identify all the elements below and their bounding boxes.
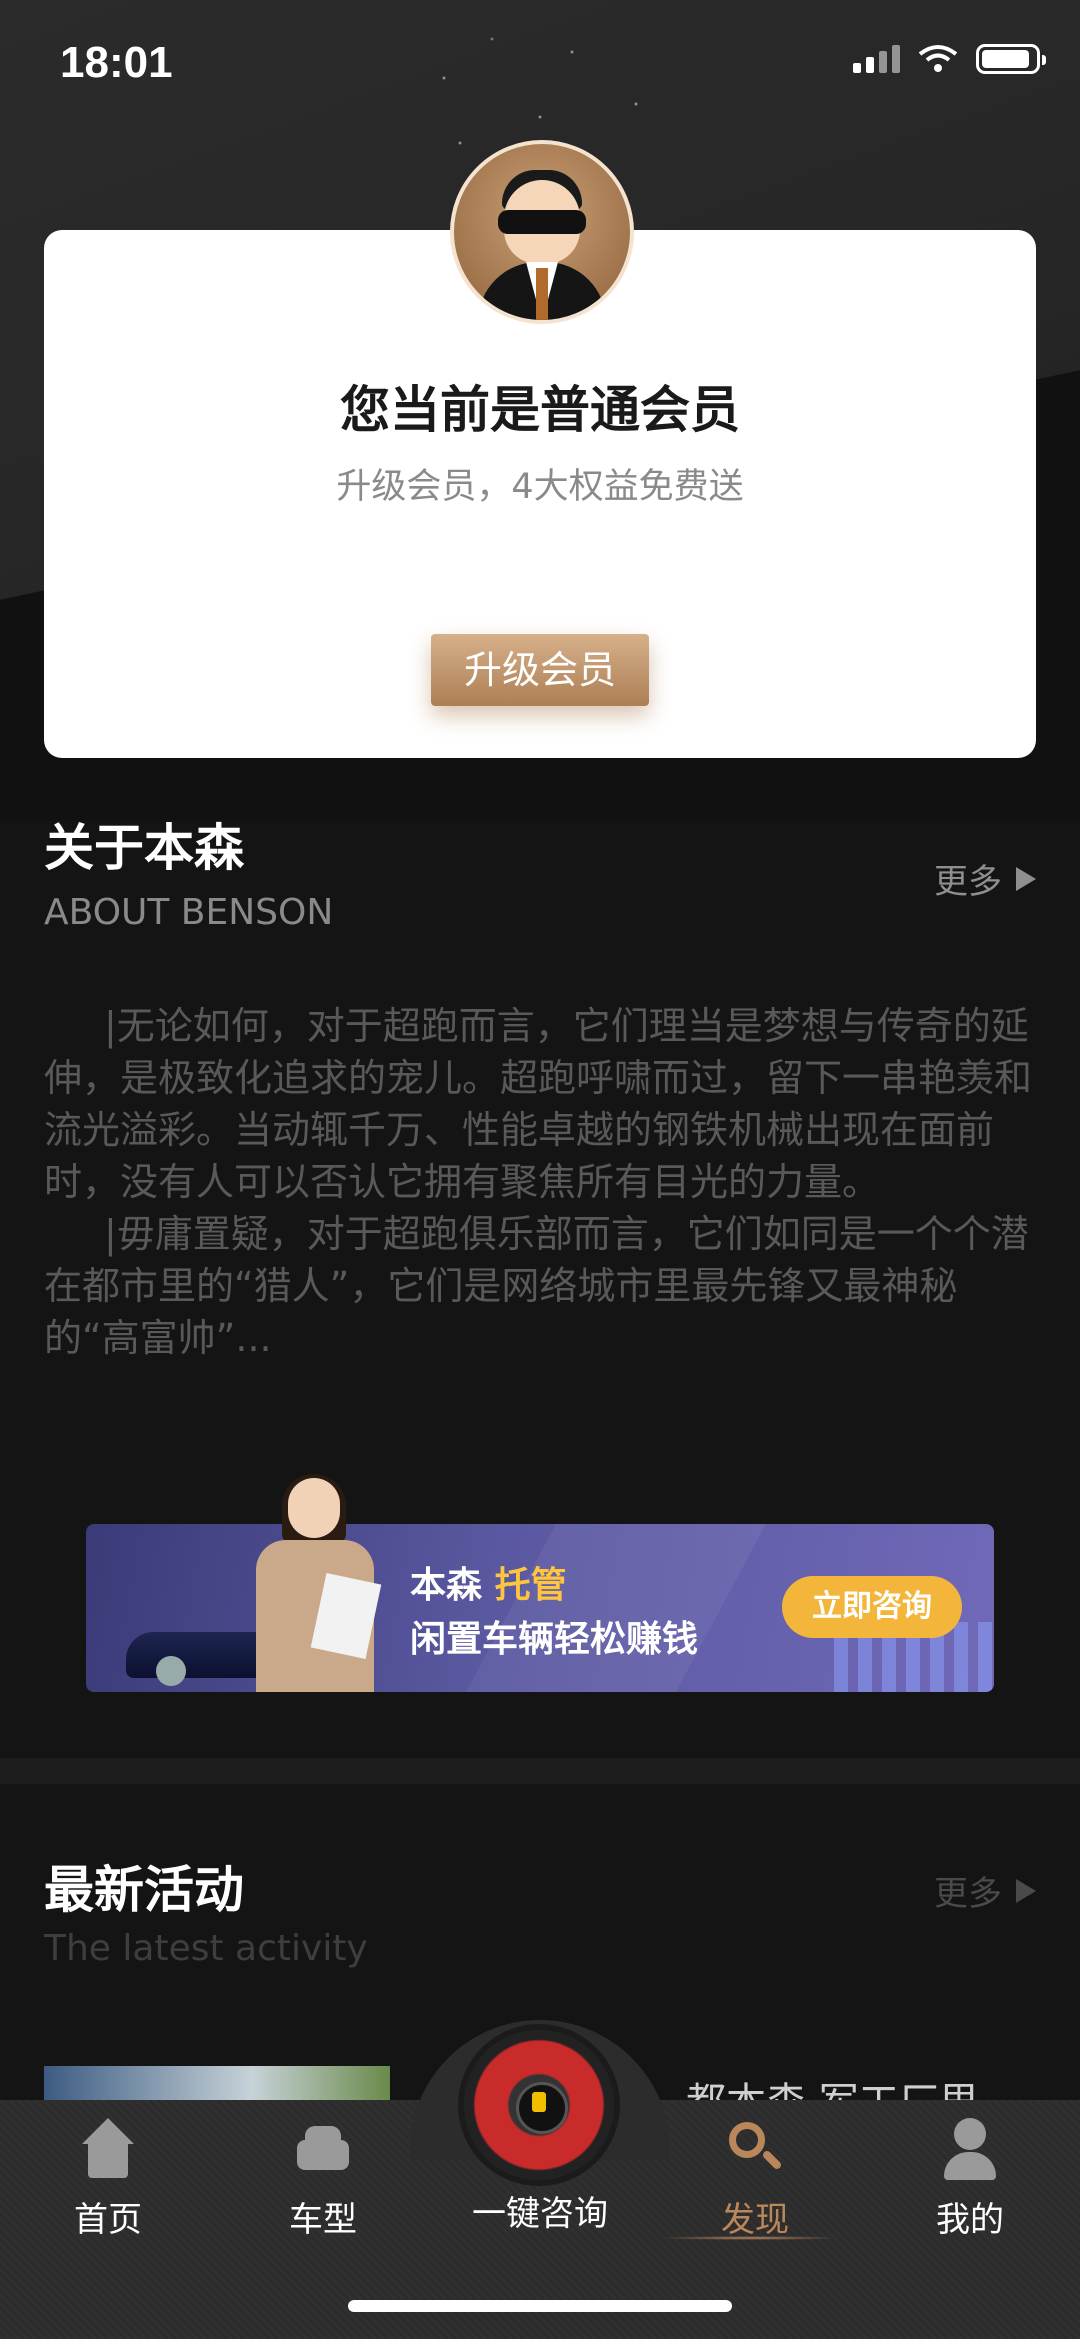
about-more-link[interactable]: 更多 xyxy=(934,854,1036,903)
play-arrow-icon xyxy=(1016,866,1036,891)
tab-label: 我的 xyxy=(936,2200,1004,2240)
tab-discover[interactable]: 发现 xyxy=(675,2118,835,2241)
about-text: |无论如何，对于超跑而言，它们理当是梦想与传奇的延伸，是极致化追求的宠儿。超跑呼… xyxy=(44,1000,1036,1364)
tab-label: 车型 xyxy=(289,2200,357,2240)
home-indicator[interactable] xyxy=(348,2300,732,2312)
banner-highlight: 托管 xyxy=(494,1565,567,1606)
activity-more-link[interactable]: 更多 xyxy=(934,1866,1036,1915)
about-paragraph: |无论如何，对于超跑而言，它们理当是梦想与传奇的延伸，是极致化追求的宠儿。超跑呼… xyxy=(44,1004,1033,1204)
banner-headline: 本森 托管 xyxy=(410,1556,567,1608)
tab-label: 一键咨询 xyxy=(472,2194,608,2234)
activity-more-label: 更多 xyxy=(934,1874,1002,1914)
section-divider xyxy=(0,1758,1080,1784)
steering-wheel-icon[interactable] xyxy=(464,2030,614,2180)
consultant-image xyxy=(250,1474,382,1692)
upgrade-member-button[interactable]: 升级会员 xyxy=(431,634,649,706)
tab-home[interactable]: 首页 xyxy=(28,2118,188,2241)
status-icons xyxy=(853,44,1046,74)
car-icon xyxy=(291,2118,355,2182)
user-icon xyxy=(938,2118,1002,2182)
home-icon xyxy=(76,2118,140,2182)
about-more-label: 更多 xyxy=(934,862,1002,902)
tab-label: 首页 xyxy=(74,2200,142,2240)
banner-brand: 本森 xyxy=(410,1565,483,1606)
about-paragraph: |毋庸置疑，对于超跑俱乐部而言，它们如同是一个个潜在都市里的“猎人”，它们是网络… xyxy=(44,1212,1029,1360)
tab-mine[interactable]: 我的 xyxy=(890,2118,1050,2241)
activity-subtitle: The latest activity xyxy=(44,1928,368,1969)
activity-title: 最新活动 xyxy=(44,1861,244,1919)
tab-models[interactable]: 车型 xyxy=(243,2118,403,2241)
search-icon xyxy=(723,2118,787,2182)
tab-consult[interactable]: 一键咨询 xyxy=(450,2176,630,2235)
signal-icon xyxy=(853,45,900,73)
about-subtitle: ABOUT BENSON xyxy=(44,892,334,933)
about-title: 关于本森 xyxy=(44,819,244,877)
active-tab-indicator xyxy=(660,2236,840,2240)
member-status-subtitle: 升级会员，4大权益免费送 xyxy=(336,467,744,507)
status-time: 18:01 xyxy=(60,38,173,87)
consult-now-button[interactable]: 立即咨询 xyxy=(782,1576,962,1638)
banner-tagline: 闲置车辆轻松赚钱 xyxy=(410,1619,699,1660)
member-status-title: 您当前是普通会员 xyxy=(340,381,740,439)
battery-icon xyxy=(976,44,1046,74)
avatar[interactable] xyxy=(450,140,634,324)
play-arrow-icon xyxy=(1016,1878,1036,1903)
tab-label: 发现 xyxy=(721,2200,789,2240)
wifi-icon xyxy=(918,45,958,72)
